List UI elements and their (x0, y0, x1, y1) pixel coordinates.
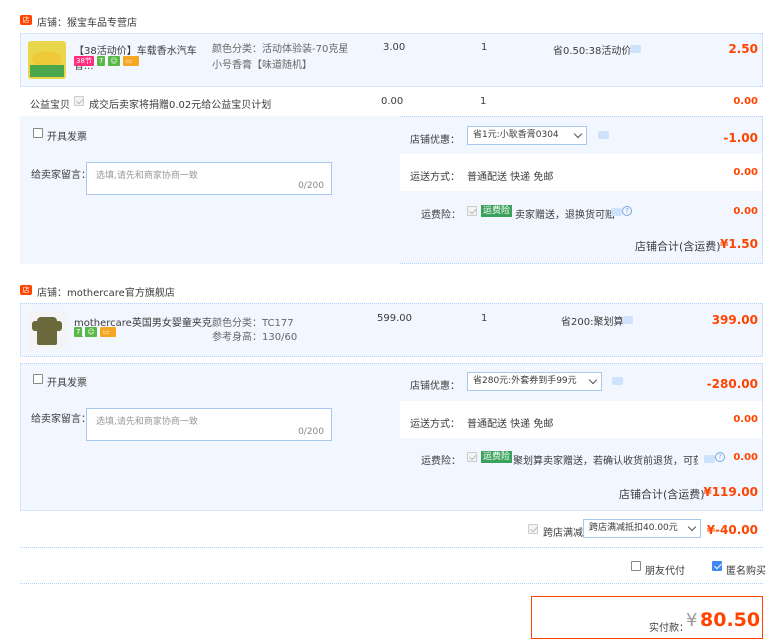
insurance-text: 卖家赠送，退换货可赔 (515, 210, 615, 221)
event-badge: 38节 (74, 56, 94, 66)
charity-text: 成交后卖家将捐赠0.02元给公益宝贝计划 (89, 100, 272, 111)
chevron-down-icon (687, 522, 697, 532)
invoice-checkbox[interactable] (33, 128, 43, 138)
help-icon[interactable]: ? (715, 452, 725, 462)
currency-symbol: ¥ (686, 610, 698, 631)
service-badges: 7 ☺ ▭ (74, 327, 117, 337)
chat-bubble-icon[interactable] (612, 377, 623, 385)
chat-bubble-icon[interactable] (611, 208, 622, 216)
shop-total-value: ¥1.50 (720, 237, 758, 251)
shop-total-label: 店铺合计(含运费) (619, 488, 705, 501)
card-icon: ▭ (123, 56, 140, 66)
anonymous-checkbox[interactable] (712, 561, 722, 571)
shop-total-label: 店铺合计(含运费) (635, 240, 721, 253)
charity-qty: 1 (480, 96, 487, 107)
cross-store-label: 跨店满减 (543, 528, 583, 539)
chat-bubble-icon[interactable] (622, 316, 633, 324)
charity-checkbox (74, 96, 84, 106)
friend-pay-label: 朋友代付 (645, 566, 685, 577)
invoice-checkbox[interactable] (33, 374, 43, 384)
item-subtotal: 399.00 (711, 313, 758, 327)
friend-pay-checkbox[interactable] (631, 561, 641, 571)
seven-day-badge: 7 (74, 327, 83, 337)
shipping-amount: 0.00 (733, 167, 758, 178)
sku-info: 颜色分类：活动体验装-70克星小号香膏【味道随机】 (212, 44, 349, 71)
divider (20, 547, 763, 548)
item-subtotal: 2.50 (728, 42, 758, 56)
product-thumbnail[interactable] (28, 41, 66, 79)
coupon-select-value: 省1元:小耿香膏0304 (473, 130, 559, 140)
seven-day-badge: 7 (96, 56, 106, 66)
charity-price: 0.00 (381, 96, 404, 107)
coupon-label: 店铺优惠： (410, 381, 460, 392)
sku-color: 颜色分类：TC177 (212, 318, 294, 329)
cross-store-select[interactable]: 跨店满减抵扣40.00元 (583, 519, 701, 538)
shop-icon: 店 (20, 15, 32, 25)
shop-name[interactable]: 店铺：猴宝车品专营店 (37, 14, 137, 29)
unit-price: 599.00 (377, 313, 412, 324)
message-counter: 0/200 (298, 427, 324, 437)
chat-bubble-icon[interactable] (630, 45, 641, 53)
coupon-amount: -1.00 (723, 131, 758, 145)
message-placeholder: 选填,请先和商家协商一致 (96, 417, 198, 427)
cross-store-select-value: 跨店满减抵扣40.00元 (589, 523, 678, 533)
shipping-label: 运送方式： (410, 172, 460, 183)
shipping-amount: 0.00 (733, 414, 758, 425)
message-textarea[interactable]: 选填,请先和商家协商一致 0/200 (86, 162, 332, 195)
shipping-value: 普通配送 快递 免邮 (467, 419, 554, 430)
message-placeholder: 选填,请先和商家协商一致 (96, 171, 198, 181)
promo-text: 省0.50:38活动价 (553, 46, 632, 57)
coupon-select[interactable]: 省280元:外套券到手99元 (467, 372, 602, 391)
cross-store-amount: ¥-40.00 (706, 523, 758, 537)
chat-bubble-icon[interactable] (704, 455, 715, 463)
coupon-select[interactable]: 省1元:小耿香膏0304 (467, 126, 587, 145)
cross-store-checkbox (528, 524, 538, 534)
insurance-tag: 运费险 (481, 451, 513, 463)
promo-text: 省200:聚划算 (561, 317, 624, 328)
divider (20, 583, 763, 584)
unit-price: 3.00 (383, 42, 406, 53)
shipping-label: 运送方式： (410, 419, 460, 430)
message-label: 给卖家留言： (31, 170, 91, 181)
guarantee-icon: ☺ (85, 327, 98, 337)
insurance-label: 运费险： (421, 210, 461, 221)
coupon-select-value: 省280元:外套券到手99元 (473, 376, 577, 386)
shop-total-value: ¥119.00 (703, 485, 758, 499)
insurance-tag: 运费险 (481, 205, 513, 217)
insurance-checkbox (467, 206, 477, 216)
chevron-down-icon (573, 129, 583, 139)
quantity: 1 (481, 42, 488, 53)
product-thumbnail[interactable] (28, 311, 66, 349)
charity-label: 公益宝贝 (30, 100, 70, 111)
invoice-label: 开具发票 (47, 378, 87, 389)
message-counter: 0/200 (298, 181, 324, 191)
payment-box: 实付款： ¥ 80.50 (531, 596, 763, 639)
card-icon: ▭ (100, 327, 117, 337)
insurance-amount: 0.00 (733, 206, 758, 217)
charity-subtotal: 0.00 (733, 96, 758, 107)
message-label: 给卖家留言： (31, 414, 91, 425)
anonymous-label: 匿名购买 (726, 566, 766, 577)
insurance-amount: 0.00 (733, 452, 758, 463)
service-badges: 38节 7 ☺ ▭ (74, 56, 140, 66)
chevron-down-icon (588, 375, 598, 385)
message-textarea[interactable]: 选填,请先和商家协商一致 0/200 (86, 408, 332, 441)
insurance-text: 聚划算卖家赠送，若确认收货前退货，可获... (513, 456, 698, 467)
chat-bubble-icon[interactable] (598, 131, 609, 139)
shop-icon: 店 (20, 285, 32, 295)
insurance-checkbox (467, 452, 477, 462)
shop-name[interactable]: 店铺：mothercare官方旗舰店 (37, 284, 175, 299)
coupon-label: 店铺优惠： (410, 135, 460, 146)
payment-label: 实付款： (649, 623, 689, 634)
coupon-amount: -280.00 (706, 377, 758, 391)
help-icon[interactable]: ? (622, 206, 632, 216)
payment-amount: 80.50 (700, 609, 761, 631)
sku-height: 参考身高：130/60 (212, 332, 298, 343)
shipping-value: 普通配送 快递 免邮 (467, 172, 554, 183)
quantity: 1 (481, 313, 488, 324)
insurance-label: 运费险： (421, 456, 461, 467)
guarantee-icon: ☺ (108, 56, 121, 66)
invoice-label: 开具发票 (47, 132, 87, 143)
